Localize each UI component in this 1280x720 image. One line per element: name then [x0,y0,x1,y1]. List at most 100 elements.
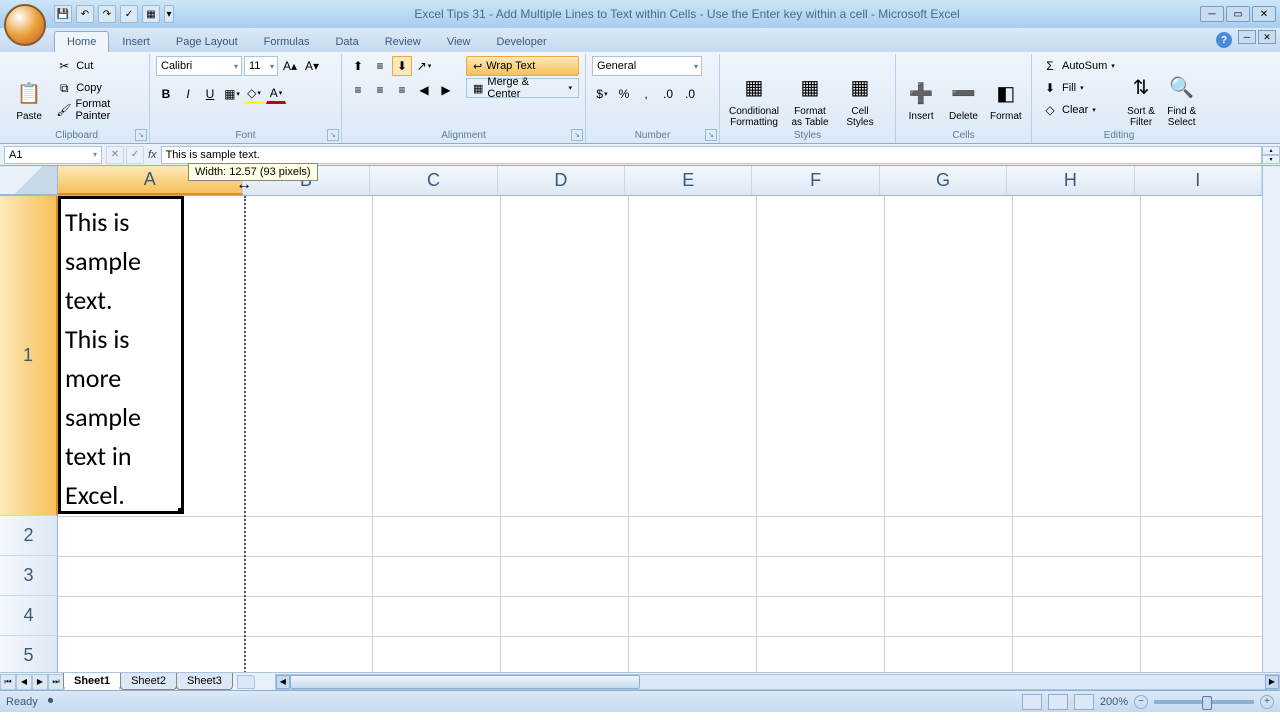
col-header-E[interactable]: E [625,166,752,195]
formula-expand-down[interactable]: ▾ [1262,155,1280,164]
format-painter-button[interactable]: 🖌Format Painter [52,100,143,120]
horizontal-scrollbar[interactable]: ◀ ▶ [275,674,1280,690]
font-size-select[interactable]: 11 [244,56,278,76]
cancel-formula[interactable]: ✕ [106,146,124,164]
enter-formula[interactable]: ✓ [126,146,144,164]
increase-decimal[interactable]: .0 [658,84,678,104]
fill-color-button[interactable]: ◇ [244,84,264,104]
zoom-slider[interactable] [1154,700,1254,704]
decrease-decimal[interactable]: .0 [680,84,700,104]
orientation-button[interactable]: ↗ [414,56,434,76]
number-dialog-launcher[interactable]: ↘ [705,129,717,141]
font-color-button[interactable]: A [266,84,286,104]
maximize-button[interactable]: ▭ [1226,6,1250,22]
merge-center-button[interactable]: ▦Merge & Center▾ [466,78,579,98]
fill-handle[interactable] [178,508,184,514]
formula-bar-input[interactable]: This is sample text. [161,146,1262,164]
qat-custom1[interactable]: ✓ [120,5,138,23]
row-header-3[interactable]: 3 [0,556,58,596]
tab-data[interactable]: Data [322,31,371,52]
underline-button[interactable]: U [200,84,220,104]
tab-view[interactable]: View [434,31,484,52]
sheet-nav-prev[interactable]: ◀ [16,674,32,690]
decrease-indent[interactable]: ◀ [414,80,434,100]
hscroll-right[interactable]: ▶ [1265,675,1279,689]
sheet-nav-first[interactable]: ⏮ [0,674,16,690]
sheet-tab-1[interactable]: Sheet1 [63,673,121,690]
qat-undo[interactable]: ↶ [76,5,94,23]
minimize-button[interactable]: ─ [1200,6,1224,22]
col-header-I[interactable]: I [1135,166,1262,195]
office-button[interactable] [4,4,46,46]
formula-expand-up[interactable]: ▴ [1262,146,1280,155]
macro-record-icon[interactable]: ⏺ [48,695,54,708]
align-left[interactable]: ≡ [348,80,368,100]
new-sheet-button[interactable] [237,675,255,689]
select-all-corner[interactable] [0,166,58,195]
align-center[interactable]: ≡ [370,80,390,100]
zoom-out[interactable]: − [1134,695,1148,709]
fill-button[interactable]: ⬇Fill▾ [1038,78,1119,98]
vertical-scrollbar[interactable] [1262,166,1280,672]
row-header-4[interactable]: 4 [0,596,58,636]
border-button[interactable]: ▦ [222,84,242,104]
hscroll-left[interactable]: ◀ [276,675,290,689]
sheet-tab-2[interactable]: Sheet2 [120,673,177,690]
font-dialog-launcher[interactable]: ↘ [327,129,339,141]
doc-close[interactable]: ✕ [1258,30,1276,44]
tab-insert[interactable]: Insert [109,31,163,52]
view-page-break[interactable] [1074,694,1094,710]
alignment-dialog-launcher[interactable]: ↘ [571,129,583,141]
col-header-D[interactable]: D [498,166,625,195]
bold-button[interactable]: B [156,84,176,104]
tab-developer[interactable]: Developer [483,31,559,52]
sheet-nav-next[interactable]: ▶ [32,674,48,690]
tab-home[interactable]: Home [54,31,109,52]
clipboard-dialog-launcher[interactable]: ↘ [135,129,147,141]
qat-redo[interactable]: ↷ [98,5,116,23]
col-header-H[interactable]: H [1007,166,1134,195]
number-format-select[interactable]: General [592,56,702,76]
qat-save[interactable]: 💾 [54,5,72,23]
fx-icon[interactable]: fx [148,149,157,161]
font-name-select[interactable]: Calibri [156,56,242,76]
tab-page-layout[interactable]: Page Layout [163,31,251,52]
view-normal[interactable] [1022,694,1042,710]
autosum-button[interactable]: ΣAutoSum▾ [1038,56,1119,76]
align-top[interactable]: ⬆ [348,56,368,76]
tab-review[interactable]: Review [372,31,434,52]
align-right[interactable]: ≡ [392,80,412,100]
ribbon-minimize[interactable]: ─ [1238,30,1256,44]
copy-button[interactable]: ⧉Copy [52,78,143,98]
italic-button[interactable]: I [178,84,198,104]
zoom-in[interactable]: + [1260,695,1274,709]
align-bottom[interactable]: ⬇ [392,56,412,76]
percent-button[interactable]: % [614,84,634,104]
grow-font-button[interactable]: A▴ [280,56,300,76]
row-header-5[interactable]: 5 [0,636,58,672]
qat-more[interactable]: ▾ [164,5,174,23]
help-icon[interactable]: ? [1216,32,1232,48]
align-middle[interactable]: ≡ [370,56,390,76]
row-header-1[interactable]: 1 [0,196,58,516]
cut-button[interactable]: ✂Cut [52,56,143,76]
cell-A1[interactable]: This is sample text. This is more sample… [58,196,184,514]
sheet-tab-3[interactable]: Sheet3 [176,673,233,690]
row-header-2[interactable]: 2 [0,516,58,556]
hscroll-thumb[interactable] [290,675,640,689]
currency-button[interactable]: $ [592,84,612,104]
col-header-C[interactable]: C [370,166,497,195]
view-page-layout[interactable] [1048,694,1068,710]
qat-custom2[interactable]: ▦ [142,5,160,23]
clear-button[interactable]: ◇Clear▾ [1038,100,1119,120]
col-header-F[interactable]: F [752,166,879,195]
tab-formulas[interactable]: Formulas [251,31,323,52]
close-button[interactable]: ✕ [1252,6,1276,22]
comma-button[interactable]: , [636,84,656,104]
increase-indent[interactable]: ▶ [436,80,456,100]
sheet-nav-last[interactable]: ⏭ [48,674,64,690]
wrap-text-button[interactable]: ↩Wrap Text [466,56,579,76]
zoom-level[interactable]: 200% [1100,696,1128,708]
name-box[interactable]: A1 [4,146,102,164]
col-header-G[interactable]: G [880,166,1007,195]
